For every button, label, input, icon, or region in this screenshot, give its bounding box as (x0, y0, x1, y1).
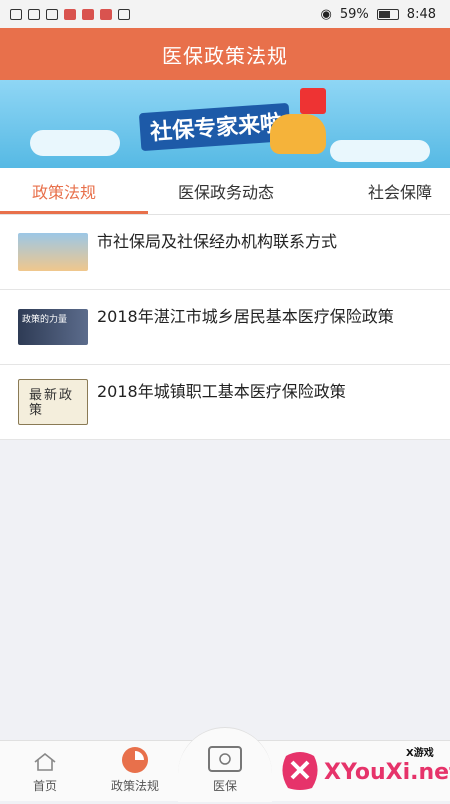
tab-medical-news[interactable]: 医保政务动态 (178, 168, 274, 214)
battery-icon (376, 8, 399, 20)
home-icon (34, 753, 56, 771)
nav-medical[interactable]: 医保 (180, 741, 270, 801)
vpn-icon (46, 8, 58, 20)
article-list: 市社保局及社保经办机构联系方式 政策的力量 2018年湛江市城乡居民基本医疗保险… (0, 215, 450, 440)
battery-percent: 59% (339, 6, 369, 22)
watermark-text: XYouXi.net (324, 760, 450, 785)
list-item[interactable]: 最新政策 2018年城镇职工基本医疗保险政策 (0, 365, 450, 440)
policy-icon (122, 747, 148, 773)
banner[interactable]: 社保专家来啦 (0, 80, 450, 168)
tab-active-indicator (0, 211, 148, 214)
wifi-icon (28, 8, 40, 20)
app-header: 医保政策法规 (0, 28, 450, 80)
sim-icon (10, 8, 22, 20)
status-bar: ◉ 59% 8:48 (0, 0, 450, 28)
article-title: 2018年城镇职工基本医疗保险政策 (97, 382, 346, 401)
nav-home[interactable]: 首页 (0, 741, 90, 801)
thumbnail-caption: 政策的力量 (22, 315, 68, 325)
nav-home-label: 首页 (32, 779, 57, 793)
nav-medical-label: 医保 (212, 779, 237, 793)
notification-icon (64, 8, 76, 20)
list-item[interactable]: 市社保局及社保经办机构联系方式 (0, 215, 450, 290)
notification-icon-3 (100, 8, 112, 20)
banner-flag (300, 88, 326, 114)
page-title: 医保政策法规 (162, 43, 288, 68)
banner-cloud (30, 130, 120, 156)
article-title: 市社保局及社保经办机构联系方式 (97, 232, 338, 251)
eye-icon: ◉ (320, 6, 332, 22)
article-thumbnail (18, 233, 88, 271)
tab-bar: 政策法规 医保政务动态 社会保障 (0, 168, 450, 215)
watermark-sub: X游戏 (406, 748, 434, 759)
tab-social-security[interactable]: 社会保障 (368, 168, 432, 214)
notification-icon-2 (82, 8, 94, 20)
banner-plane-illustration (270, 114, 326, 154)
article-thumbnail: 最新政策 (18, 379, 88, 425)
watermark-logo: X游戏 XYouXi.net (278, 742, 450, 800)
article-title: 2018年湛江市城乡居民基本医疗保险政策 (97, 307, 394, 326)
notification-icon-4 (118, 8, 130, 20)
nav-policy[interactable]: 政策法规 (90, 741, 180, 801)
medical-card-icon (208, 746, 242, 772)
article-thumbnail: 政策的力量 (18, 309, 88, 345)
thumbnail-caption: 最新政策 (29, 388, 75, 418)
status-left-icons (10, 8, 130, 20)
list-item[interactable]: 政策的力量 2018年湛江市城乡居民基本医疗保险政策 (0, 290, 450, 365)
tab-policy[interactable]: 政策法规 (32, 168, 96, 214)
nav-policy-label: 政策法规 (110, 779, 159, 793)
clock: 8:48 (406, 6, 436, 22)
status-right: ◉ 59% 8:48 (321, 7, 436, 22)
banner-cloud (330, 140, 430, 162)
